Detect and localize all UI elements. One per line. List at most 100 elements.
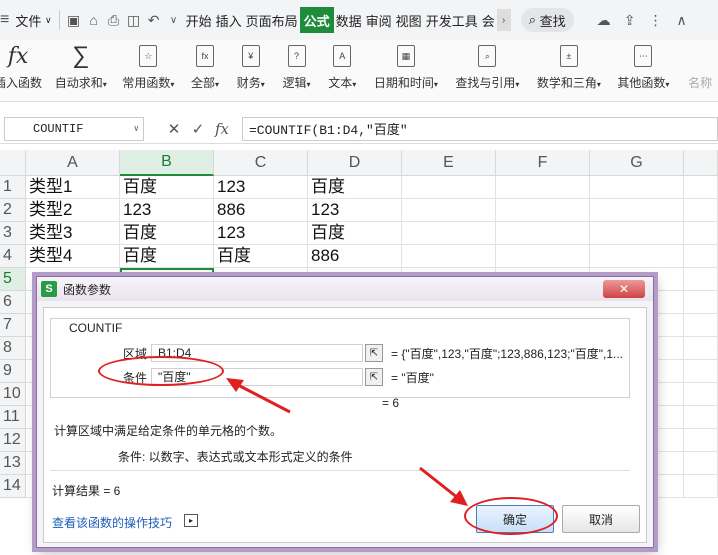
- cell[interactable]: [402, 199, 496, 222]
- cell[interactable]: [684, 360, 718, 383]
- cell[interactable]: 886: [214, 199, 308, 222]
- cell[interactable]: [684, 406, 718, 429]
- cell[interactable]: [684, 314, 718, 337]
- cell[interactable]: [684, 383, 718, 406]
- cell[interactable]: 类型4: [26, 245, 120, 268]
- formula-input[interactable]: =COUNTIF(B1:D4,"百度": [242, 116, 718, 141]
- cell[interactable]: [684, 337, 718, 360]
- hamburger-icon[interactable]: ≡: [0, 0, 12, 40]
- cell[interactable]: 百度: [120, 176, 214, 199]
- common-functions-button[interactable]: ☆ 常用函数▾: [118, 40, 180, 101]
- autosum-button[interactable]: ∑ 自动求和▾: [50, 40, 112, 101]
- cell[interactable]: [590, 222, 684, 245]
- financial-button[interactable]: ¥ 财务▾: [231, 40, 271, 101]
- undo-icon[interactable]: ↶: [144, 10, 164, 30]
- row-header[interactable]: 8: [0, 337, 26, 360]
- all-functions-button[interactable]: fx 全部▾: [185, 40, 225, 101]
- cell[interactable]: [684, 429, 718, 452]
- cell[interactable]: [402, 245, 496, 268]
- logical-button[interactable]: ? 逻辑▾: [277, 40, 317, 101]
- tab-scroll-right-icon[interactable]: ›: [496, 9, 511, 31]
- tab-review[interactable]: 审阅: [364, 0, 394, 40]
- cell[interactable]: [496, 176, 590, 199]
- text-button[interactable]: A 文本▾: [322, 40, 362, 101]
- cell[interactable]: [496, 199, 590, 222]
- row-header[interactable]: 7: [0, 314, 26, 337]
- cell[interactable]: [684, 176, 718, 199]
- tab-insert[interactable]: 插入: [214, 0, 244, 40]
- name-manager-button[interactable]: 名称: [682, 40, 718, 101]
- cell[interactable]: [684, 452, 718, 475]
- close-button[interactable]: ✕: [603, 280, 645, 298]
- cell[interactable]: [684, 268, 718, 291]
- print-icon[interactable]: ⎙: [104, 10, 124, 30]
- cell[interactable]: [402, 222, 496, 245]
- cell[interactable]: [684, 199, 718, 222]
- tab-home[interactable]: 开始: [184, 0, 214, 40]
- quick-access-chevron-icon[interactable]: ∨: [164, 10, 184, 30]
- cell[interactable]: 百度: [214, 245, 308, 268]
- cell[interactable]: 百度: [120, 245, 214, 268]
- row-header[interactable]: 12: [0, 429, 26, 452]
- confirm-formula-icon[interactable]: ✓: [186, 120, 210, 138]
- row-header[interactable]: 5: [0, 268, 26, 291]
- insert-function-icon[interactable]: fx: [210, 120, 234, 138]
- row-header[interactable]: 11: [0, 406, 26, 429]
- cancel-button[interactable]: 取消: [562, 505, 640, 533]
- insert-function-button[interactable]: fx 插入函数: [0, 40, 42, 101]
- cell[interactable]: 类型3: [26, 222, 120, 245]
- dialog-titlebar[interactable]: S 函数参数: [37, 277, 653, 301]
- lookup-reference-button[interactable]: ⌕ 查找与引用▾: [450, 40, 526, 101]
- cloud-icon[interactable]: ☁: [594, 10, 614, 30]
- column-header-f[interactable]: F: [496, 150, 590, 176]
- criteria-picker-icon[interactable]: ⇱: [365, 368, 383, 386]
- cell[interactable]: [684, 222, 718, 245]
- row-header[interactable]: 14: [0, 475, 26, 498]
- range-picker-icon[interactable]: ⇱: [365, 344, 383, 362]
- cell[interactable]: [590, 245, 684, 268]
- select-all-corner[interactable]: [0, 150, 26, 176]
- date-time-button[interactable]: ▦ 日期和时间▾: [368, 40, 444, 101]
- column-header-c[interactable]: C: [214, 150, 308, 176]
- save-icon[interactable]: ▣: [64, 10, 84, 30]
- cell[interactable]: [684, 475, 718, 498]
- row-header[interactable]: 3: [0, 222, 26, 245]
- cell[interactable]: 123: [308, 199, 402, 222]
- row-header[interactable]: 6: [0, 291, 26, 314]
- cell[interactable]: 类型1: [26, 176, 120, 199]
- cancel-formula-icon[interactable]: ✕: [162, 120, 186, 138]
- tab-page-layout[interactable]: 页面布局: [244, 0, 300, 40]
- row-header[interactable]: 2: [0, 199, 26, 222]
- video-icon[interactable]: ▸: [184, 514, 198, 527]
- more-icon[interactable]: ⋮: [646, 10, 666, 30]
- cell[interactable]: [684, 291, 718, 314]
- column-header-a[interactable]: A: [26, 150, 120, 176]
- tab-view[interactable]: 视图: [394, 0, 424, 40]
- column-header-g[interactable]: G: [590, 150, 684, 176]
- other-functions-button[interactable]: ⋯ 其他函数▾: [613, 40, 675, 101]
- column-header-d[interactable]: D: [308, 150, 402, 176]
- file-menu[interactable]: 文件 ∨: [12, 0, 54, 40]
- cell[interactable]: 123: [214, 222, 308, 245]
- row-header[interactable]: 13: [0, 452, 26, 475]
- format-painter-icon[interactable]: ⌂: [84, 10, 104, 30]
- search-button[interactable]: ⌕ 查找: [520, 8, 574, 32]
- tab-data[interactable]: 数据: [334, 0, 364, 40]
- column-header-b[interactable]: B: [120, 150, 214, 176]
- tab-developer[interactable]: 开发工具: [424, 0, 480, 40]
- collapse-ribbon-icon[interactable]: ∧: [672, 10, 692, 30]
- row-header[interactable]: 9: [0, 360, 26, 383]
- cell[interactable]: [590, 199, 684, 222]
- cell[interactable]: [402, 176, 496, 199]
- cell[interactable]: 123: [120, 199, 214, 222]
- print-preview-icon[interactable]: ◫: [124, 10, 144, 30]
- cell[interactable]: 百度: [308, 176, 402, 199]
- name-box[interactable]: COUNTIF ∨: [4, 116, 144, 141]
- row-header[interactable]: 1: [0, 176, 26, 199]
- cell[interactable]: [590, 176, 684, 199]
- row-header[interactable]: 10: [0, 383, 26, 406]
- cell[interactable]: 886: [308, 245, 402, 268]
- cell[interactable]: 123: [214, 176, 308, 199]
- column-header-e[interactable]: E: [402, 150, 496, 176]
- cell[interactable]: 类型2: [26, 199, 120, 222]
